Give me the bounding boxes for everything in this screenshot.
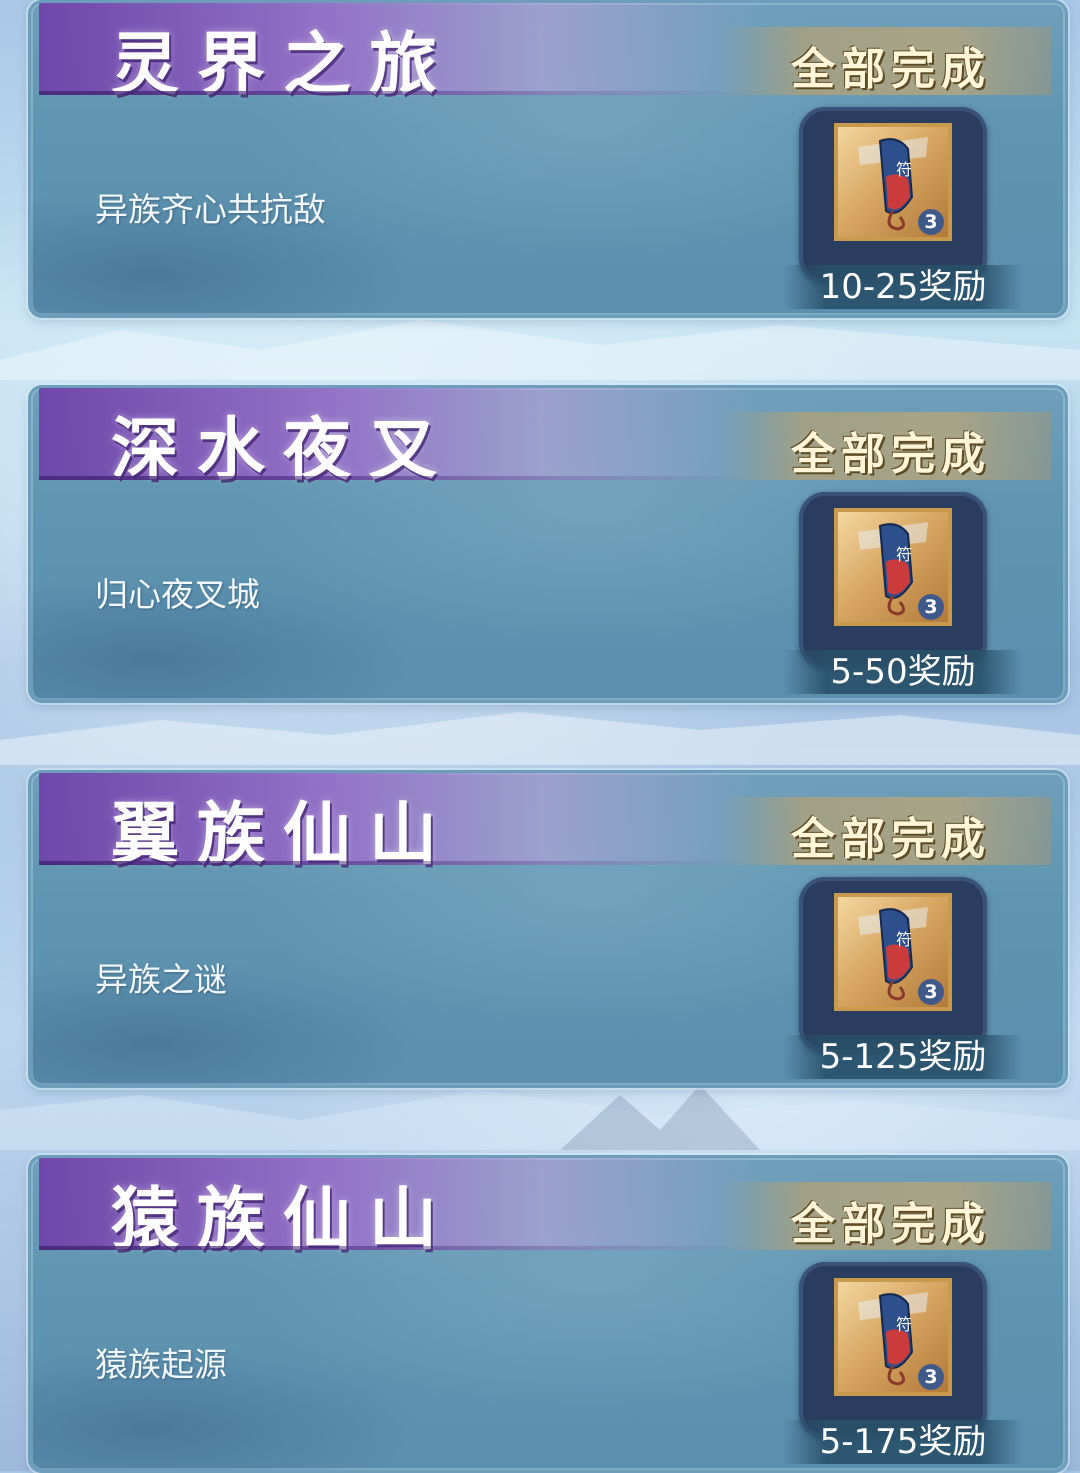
completion-status: 全部完成 xyxy=(791,814,991,865)
quest-title: 翼族仙山 xyxy=(111,795,456,875)
scroll-icon[interactable]: 符 3 xyxy=(834,508,952,626)
svg-text:符: 符 xyxy=(896,930,912,949)
quest-title-banner: 灵界之旅 xyxy=(39,3,759,105)
quest-description: 归心夜叉城 xyxy=(95,575,260,614)
reward-count-badge: 3 xyxy=(918,209,944,235)
reward-slot[interactable]: 符 3 xyxy=(799,492,987,668)
reward-count-badge: 3 xyxy=(918,594,944,620)
reward-level-label: 5-50奖励 xyxy=(830,652,976,692)
completion-badge: 全部完成 xyxy=(721,412,1051,480)
completion-status: 全部完成 xyxy=(791,44,991,95)
quest-title: 猿族仙山 xyxy=(111,1180,456,1260)
reward-level-label: 10-25奖励 xyxy=(819,267,987,307)
completion-badge: 全部完成 xyxy=(721,1182,1051,1250)
quest-title: 深水夜叉 xyxy=(111,410,456,490)
reward-count-badge: 3 xyxy=(918,979,944,1005)
quest-title-banner: 深水夜叉 xyxy=(39,388,759,490)
reward-slot[interactable]: 符 3 xyxy=(799,107,987,283)
quest-card[interactable]: 猿族仙山 全部完成 猿族起源 符 3 5-175奖励 xyxy=(28,1155,1068,1473)
reward-slot[interactable]: 符 3 xyxy=(799,877,987,1053)
svg-text:符: 符 xyxy=(896,545,912,564)
reward-slot[interactable]: 符 3 xyxy=(799,1262,987,1438)
completion-badge: 全部完成 xyxy=(721,797,1051,865)
reward-level-banner: 10-25奖励 xyxy=(783,265,1023,309)
quest-title-banner: 猿族仙山 xyxy=(39,1158,759,1260)
scroll-icon[interactable]: 符 3 xyxy=(834,1278,952,1396)
quest-card[interactable]: 深水夜叉 全部完成 归心夜叉城 符 3 5-50奖励 xyxy=(28,385,1068,703)
reward-level-banner: 5-50奖励 xyxy=(783,650,1023,694)
completion-status: 全部完成 xyxy=(791,1199,991,1250)
scroll-icon[interactable]: 符 3 xyxy=(834,123,952,241)
reward-level-label: 5-125奖励 xyxy=(819,1037,987,1077)
svg-text:符: 符 xyxy=(896,160,912,179)
reward-level-banner: 5-175奖励 xyxy=(783,1420,1023,1464)
quest-description: 异族齐心共抗敌 xyxy=(95,190,326,229)
reward-level-banner: 5-125奖励 xyxy=(783,1035,1023,1079)
completion-status: 全部完成 xyxy=(791,429,991,480)
scroll-icon[interactable]: 符 3 xyxy=(834,893,952,1011)
svg-text:符: 符 xyxy=(896,1315,912,1334)
quest-title: 灵界之旅 xyxy=(111,25,456,105)
quest-card[interactable]: 翼族仙山 全部完成 异族之谜 符 3 5-125奖励 xyxy=(28,770,1068,1088)
reward-count-badge: 3 xyxy=(918,1364,944,1390)
quest-description: 异族之谜 xyxy=(95,960,227,999)
quest-description: 猿族起源 xyxy=(95,1345,227,1384)
quest-card[interactable]: 灵界之旅 全部完成 异族齐心共抗敌 符 3 10-25奖励 xyxy=(28,0,1068,318)
reward-level-label: 5-175奖励 xyxy=(819,1422,987,1462)
quest-title-banner: 翼族仙山 xyxy=(39,773,759,875)
completion-badge: 全部完成 xyxy=(721,27,1051,95)
